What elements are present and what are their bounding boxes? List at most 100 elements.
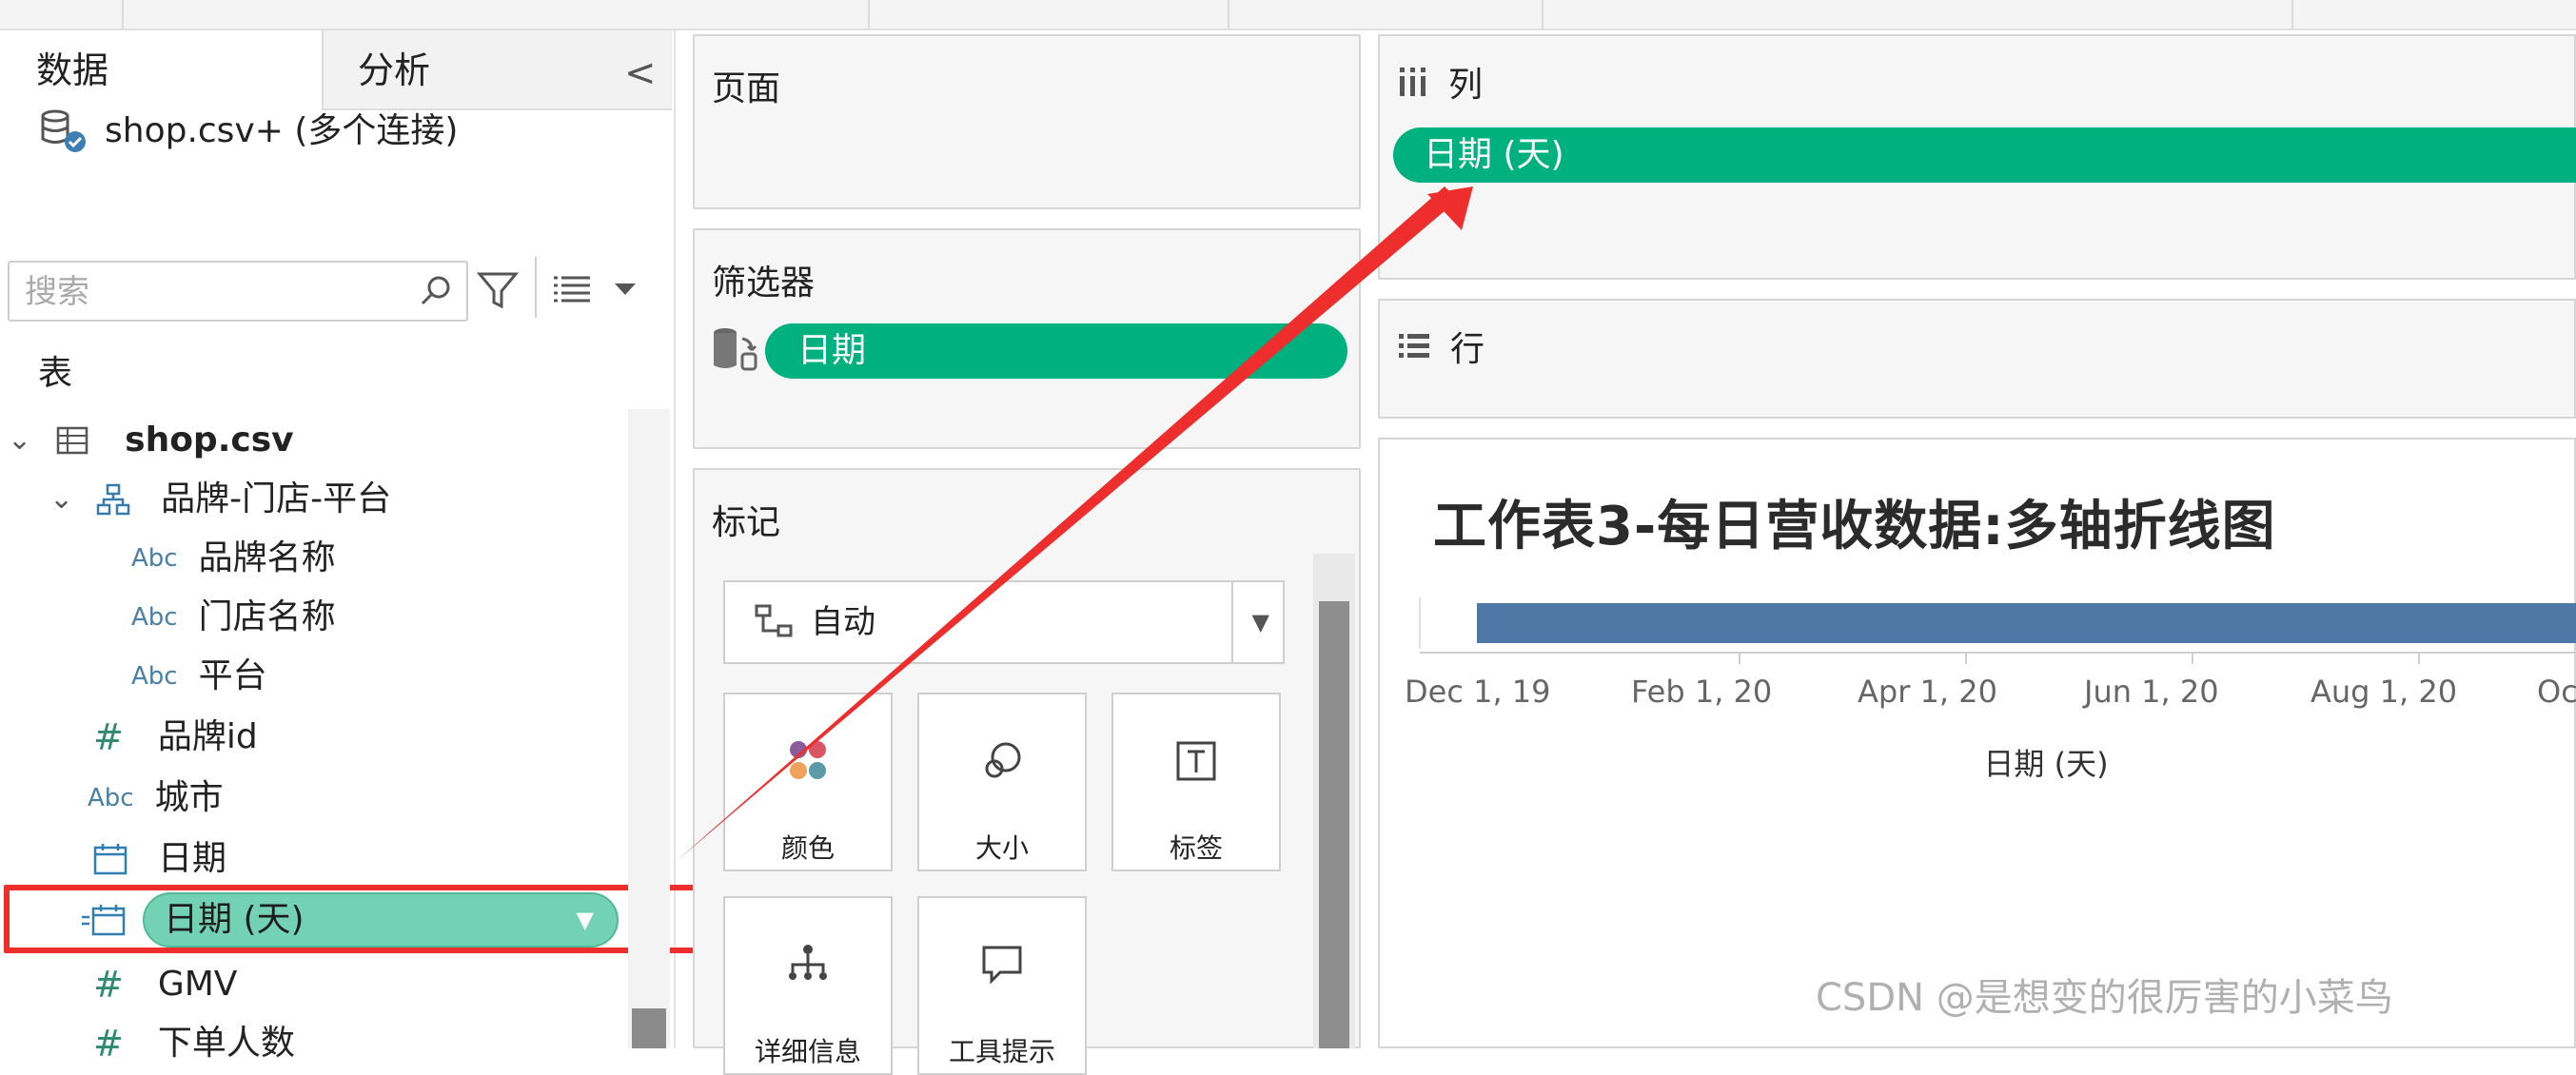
marks-size-button[interactable]: 大小 [917,693,1087,871]
color-icon [790,741,826,779]
x-axis-tick-label: Oct [2537,674,2576,710]
x-axis-tick-label: Dec 1, 19 [1405,674,1551,710]
field-label: GMV [157,965,238,1004]
worksheet-axis: Dec 1, 19 Feb 1, 20 Apr 1, 20 Jun 1, 20 Aug … [1405,597,2576,782]
field-label: 门店名称 [198,597,336,636]
field-brand-id[interactable]: # 品牌id [93,708,258,767]
field-label: 品牌id [157,717,258,756]
field-label: 下单人数 [157,1024,295,1063]
table-name: shop.csv [125,420,294,459]
marks-title: 标记 [712,503,781,542]
string-type-icon: Abc [88,784,134,812]
toolbar-divider [2291,0,2293,29]
hierarchy-icon [96,483,130,516]
collapse-pane-button[interactable]: < [624,51,657,95]
field-order-users[interactable]: # 下单人数 [93,1014,295,1073]
field-date[interactable]: 日期 [93,830,226,889]
mark-type-label: 自动 [811,603,875,641]
tree-item-table[interactable]: ⌄ shop.csv [8,411,294,470]
pages-card[interactable]: 页面 [693,34,1361,209]
field-label: 品牌名称 [198,538,336,577]
x-axis-title: 日期 (天) [1983,746,2108,782]
toolbar-divider [1542,0,1544,29]
filters-card[interactable]: 筛选器 日期 [693,228,1361,449]
field-label: 平台 [198,656,267,695]
date-range-bar[interactable] [1477,603,2576,643]
toolbar-divider [535,257,537,318]
tables-label: 表 [38,354,73,393]
automatic-mark-icon [755,604,793,637]
marks-color-button[interactable]: 颜色 [723,693,893,871]
toolbar-divider [122,0,124,29]
datasource-filter-icon [714,328,757,371]
marks-detail-label: 详细信息 [754,1036,861,1067]
view-list-icon[interactable] [552,272,594,306]
field-gmv[interactable]: # GMV [93,955,237,1014]
data-pane-scroll-thumb[interactable] [632,1008,666,1048]
dropdown-divider [1231,582,1233,662]
toolbar-divider [868,0,870,29]
tab-analysis[interactable]: 分析 [322,30,672,110]
connection-name: shop.csv+ (多个连接) [105,111,459,150]
filters-title: 筛选器 [712,264,816,303]
tree-item-hierarchy[interactable]: ⌄ 品牌-门店-平台 [49,470,391,529]
field-brand-name[interactable]: Abc 品牌名称 [131,529,336,588]
columns-icon [1400,68,1426,96]
chevron-down-icon[interactable]: ⌄ [49,470,73,529]
columns-label: 列 [1448,66,1484,105]
hierarchy-name: 品牌-门店-平台 [161,479,392,518]
filter-icon[interactable] [476,268,520,312]
detail-icon [789,945,827,980]
field-label: 城市 [154,778,224,817]
search-icon[interactable] [419,274,453,308]
string-type-icon: Abc [131,662,178,691]
text-label-icon [1176,741,1216,781]
chevron-down-icon[interactable]: ▼ [1252,609,1269,635]
rows-icon [1399,334,1429,358]
marks-color-label: 颜色 [780,832,835,864]
field-city[interactable]: Abc 城市 [88,769,224,828]
x-axis-tick-label: Apr 1, 20 [1858,674,1997,710]
highlight-box [4,885,721,953]
size-icon [985,742,1021,778]
columns-shelf[interactable]: 列 日期 (天) [1378,34,2576,280]
watermark: CSDN @是想变的很厉害的小菜鸟 [1816,976,2393,1020]
filter-pill-date[interactable]: 日期 [765,323,1347,379]
chevron-down-icon[interactable] [613,280,638,299]
rows-shelf[interactable]: 行 [1378,299,2576,419]
toolbar-divider [1228,0,1229,29]
marks-size-label: 大小 [974,832,1029,864]
x-axis-tick-label: Jun 1, 20 [2082,674,2219,710]
marks-scroll-thumb[interactable] [1319,601,1349,1048]
columns-pill-date-day[interactable]: 日期 (天) [1393,127,2576,183]
string-type-icon: Abc [131,544,178,573]
pages-title: 页面 [712,69,781,108]
string-type-icon: Abc [131,603,178,632]
chevron-down-icon[interactable]: ⌄ [8,411,31,470]
marks-label-button[interactable]: 标签 [1111,693,1281,871]
x-axis-tick-label: Feb 1, 20 [1631,674,1772,710]
tab-data[interactable]: 数据 [0,30,322,110]
search-input[interactable] [23,268,407,316]
x-axis-tick-label: Aug 1, 20 [2311,674,2457,710]
field-label: 日期 [158,839,227,878]
calendar-icon [93,844,128,875]
data-pane-scrollbar[interactable] [628,409,670,1048]
tooltip-icon [982,946,1022,985]
worksheet-view[interactable]: 工作表3-每日营收数据:多轴折线图 Dec 1, 19 Feb 1, 20 Apr … [1378,438,2576,1048]
marks-card: 标记 自动 ▼ 颜色 大小 标签 详细信息 工具提示 [693,468,1361,1075]
top-toolbar [0,0,2576,30]
mark-type-dropdown[interactable]: 自动 ▼ [723,580,1285,664]
field-platform[interactable]: Abc 平台 [131,647,267,706]
field-store-name[interactable]: Abc 门店名称 [131,588,336,647]
data-connection[interactable]: shop.csv+ (多个连接) [38,103,458,160]
section-tables-heading: 表 [38,344,72,403]
marks-tooltip-label: 工具提示 [948,1036,1055,1067]
datasource-icon [41,109,86,152]
number-type-icon: # [93,1023,124,1065]
table-icon [56,426,88,455]
number-type-icon: # [93,964,124,1006]
marks-label-label: 标签 [1169,832,1223,864]
rows-label: 行 [1450,330,1485,369]
search-box [8,261,468,322]
